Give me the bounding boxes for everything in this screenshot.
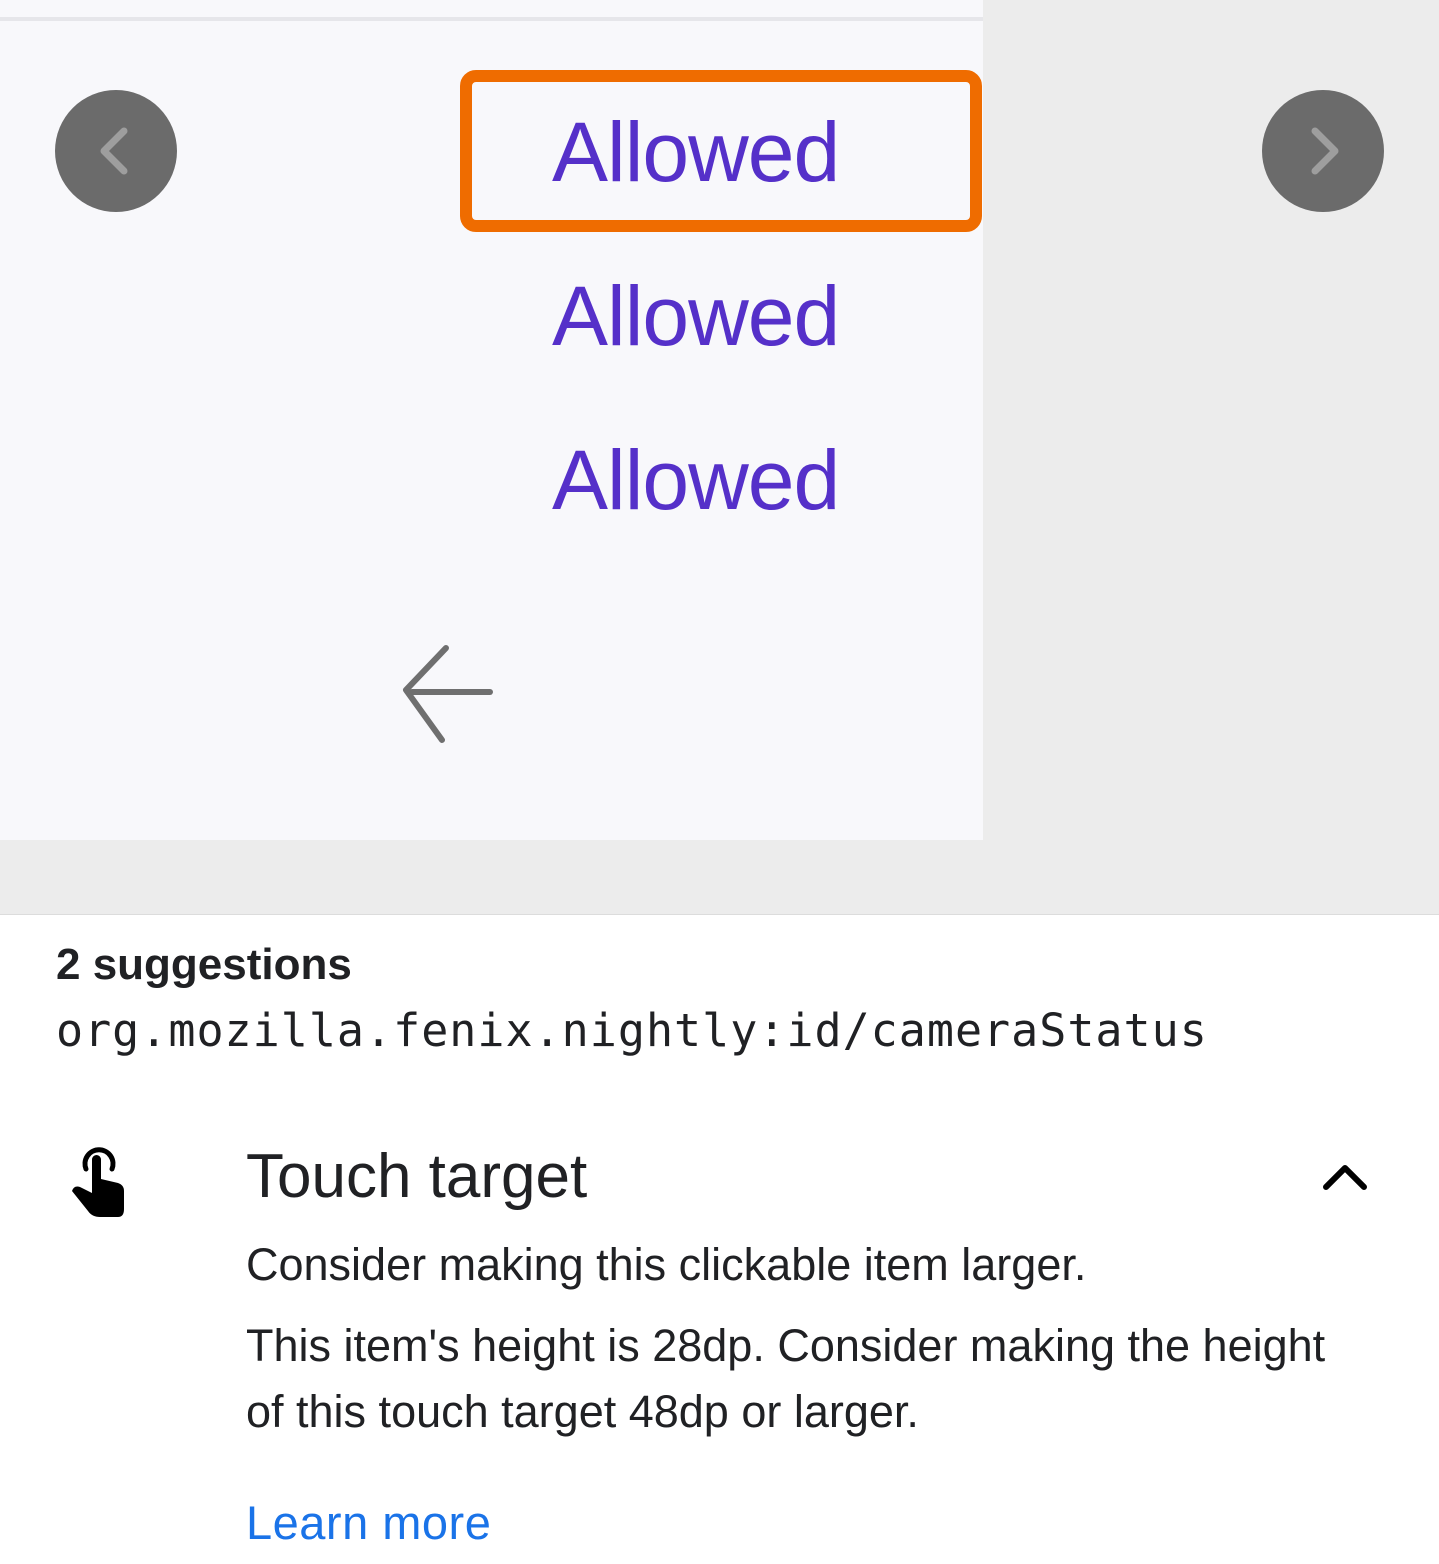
status-text-2: Allowed [552, 269, 840, 363]
preview-divider [0, 17, 983, 21]
next-element-button[interactable] [1262, 90, 1384, 212]
resource-id: org.mozilla.fenix.nightly:id/cameraStatu… [56, 1004, 1208, 1057]
check-summary: Consider making this clickable item larg… [246, 1239, 1087, 1290]
chevron-left-icon [100, 127, 128, 175]
issue-highlight-box [460, 70, 982, 232]
learn-more-link[interactable]: Learn more [246, 1493, 491, 1553]
touch-app-icon [72, 1147, 124, 1217]
chevron-up-icon[interactable] [1318, 1155, 1372, 1195]
previous-element-button[interactable] [55, 90, 177, 212]
status-text-3: Allowed [552, 433, 840, 527]
check-detail: This item's height is 28dp. Consider mak… [246, 1320, 1326, 1437]
suggestions-panel: 2 suggestions org.mozilla.fenix.nightly:… [0, 914, 1439, 1564]
check-title: Touch target [246, 1142, 588, 1211]
chevron-right-icon [1311, 127, 1339, 175]
arrow-back-icon [403, 645, 493, 743]
suggestion-count: 2 suggestions [56, 940, 352, 989]
